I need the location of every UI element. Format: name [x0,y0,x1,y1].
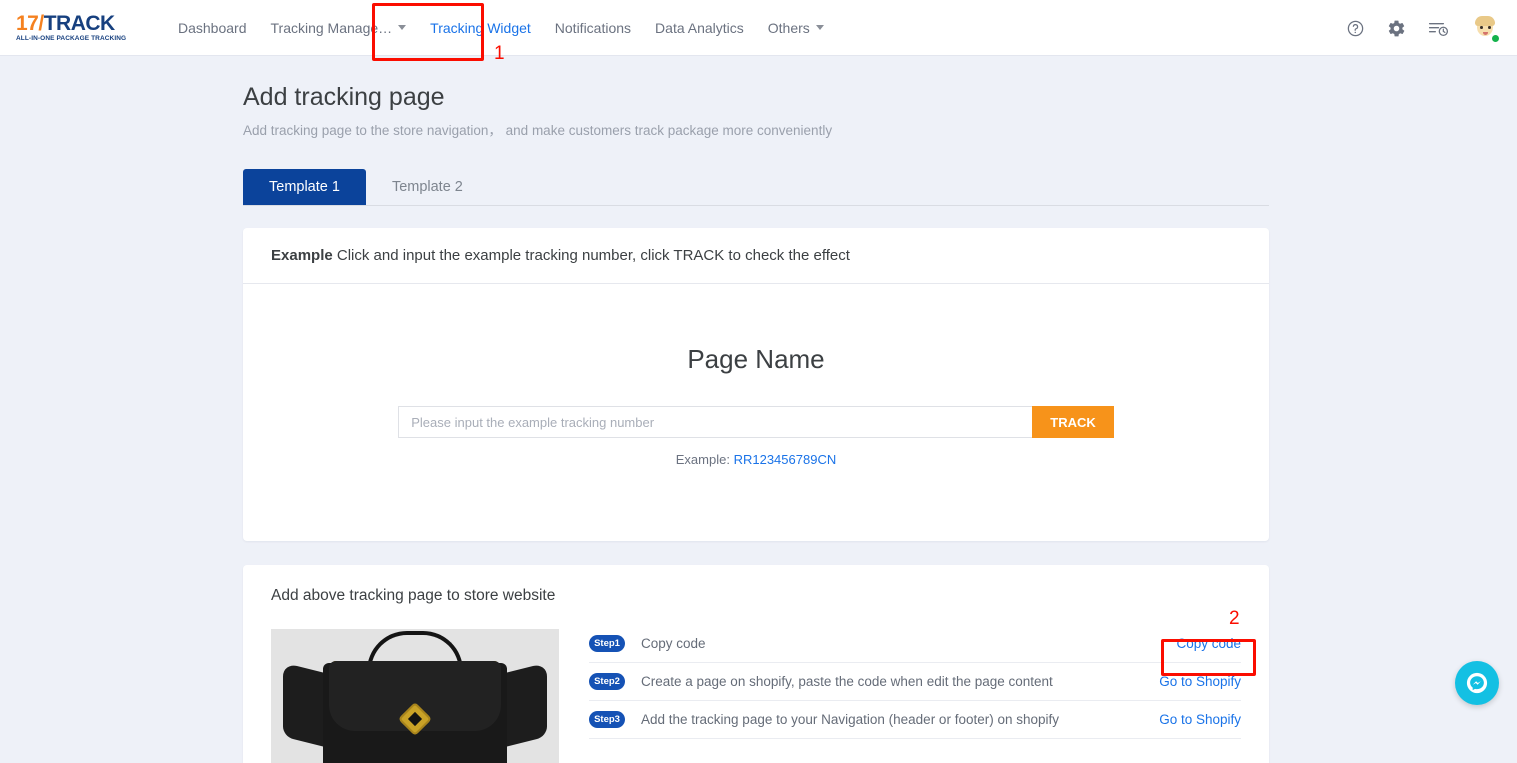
template-tabs: Template 1 Template 2 [243,169,1269,207]
tab-template-1[interactable]: Template 1 [243,169,366,206]
example-number-line: Example: RR123456789CN [243,452,1269,467]
step-description: Add the tracking page to your Navigation… [641,712,1059,728]
example-number-prefix: Example: [675,452,730,468]
nav-item-label: Others [767,19,810,36]
install-card: Add above tracking page to store website… [243,565,1269,763]
top-navigation-bar: 17/TRACK ALL-IN-ONE PACKAGE TRACKING Das… [0,0,1517,56]
install-card-title: Add above tracking page to store website [271,587,556,605]
nav-item-data-analytics[interactable]: Data Analytics [643,0,756,56]
nav-item-dashboard[interactable]: Dashboard [166,0,259,56]
messenger-icon [1466,672,1488,694]
nav-item-label: Notifications [554,19,632,36]
page-title: Add tracking page [243,83,445,111]
gear-icon[interactable] [1387,19,1406,38]
brand-logo[interactable]: 17/TRACK ALL-IN-ONE PACKAGE TRACKING [16,13,136,43]
nav-item-label: Data Analytics [655,19,744,36]
install-step-row: Step1 Copy code Copy code [589,625,1241,664]
nav-item-label: Dashboard [178,19,247,36]
example-instruction: Click and input the example tracking num… [332,247,850,265]
track-button[interactable]: TRACK [1032,406,1114,439]
activity-log-icon[interactable] [1428,19,1449,38]
example-card-header: Example Click and input the example trac… [243,228,1269,285]
tracking-number-input[interactable] [398,406,1033,439]
step-badge: Step2 [589,673,625,691]
chevron-down-icon [398,25,407,30]
logo-wordmark: 17/TRACK [16,13,136,34]
nav-item-tracking-widget[interactable]: Tracking Widget [418,0,543,56]
logo-tagline: ALL-IN-ONE PACKAGE TRACKING [16,34,127,42]
example-label: Example [271,247,333,265]
example-card: Example Click and input the example trac… [243,228,1269,542]
widget-preview: Page Name TRACK Example: RR123456789CN [243,284,1269,541]
tracking-form: TRACK [243,406,1269,439]
chevron-down-icon [815,25,824,30]
step-description: Copy code [641,636,706,652]
content-column: Add tracking page Add tracking page to t… [243,56,1269,763]
top-bar-actions [1346,0,1500,56]
install-step-row: Step3 Add the tracking page to your Navi… [589,701,1241,740]
install-card-body: Step1 Copy code Copy code Step2 Create a… [243,605,1269,763]
product-preview-image [271,629,559,763]
tab-label: Template 1 [269,179,340,196]
tab-label: Template 2 [391,179,463,196]
install-step-row: Step2 Create a page on shopify, paste th… [589,663,1241,702]
status-badge-online [1491,34,1500,43]
page-body: Add tracking page Add tracking page to t… [0,56,1517,763]
tab-template-2[interactable]: Template 2 [366,169,489,205]
main-nav: Dashboard Tracking Manage… Tracking Widg… [166,0,836,56]
go-to-shopify-link[interactable]: Go to Shopify [1159,674,1241,689]
messenger-chat-button[interactable] [1455,661,1499,705]
copy-code-button[interactable]: Copy code [1176,636,1241,651]
logo-17-text: 17 [16,11,39,35]
nav-item-label: Tracking Manage… [270,19,393,36]
step-badge: Step1 [589,635,625,653]
step-badge: Step3 [589,711,625,729]
nav-item-others[interactable]: Others [756,0,836,56]
nav-item-notifications[interactable]: Notifications [543,0,643,56]
avatar[interactable] [1471,14,1500,43]
page-subtitle: Add tracking page to the store navigatio… [243,123,833,139]
widget-page-name: Page Name [687,344,825,375]
example-tracking-number-link[interactable]: RR123456789CN [734,452,837,467]
nav-item-label: Tracking Widget [430,19,531,36]
go-to-shopify-link[interactable]: Go to Shopify [1159,712,1241,727]
help-circle-icon[interactable] [1346,19,1365,38]
nav-item-tracking-management[interactable]: Tracking Manage… [259,0,419,56]
install-steps-list: Step1 Copy code Copy code Step2 Create a… [589,625,1241,763]
step-description: Create a page on shopify, paste the code… [641,674,1053,690]
logo-track-text: TRACK [43,11,116,35]
